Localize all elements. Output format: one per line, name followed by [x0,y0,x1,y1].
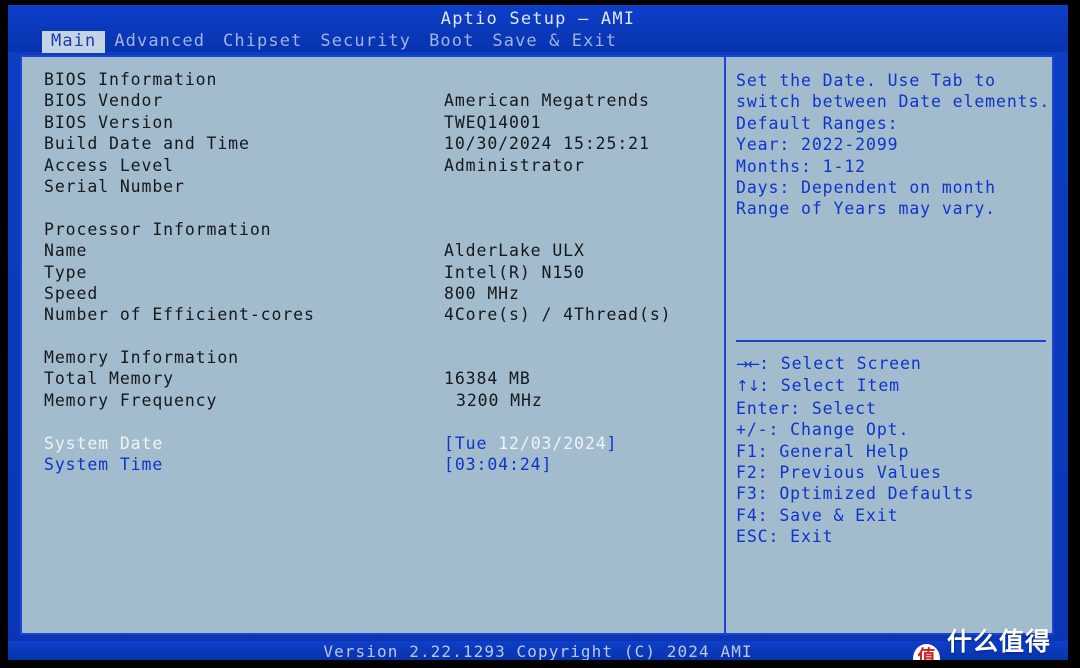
help-text-line: Days: Dependent on month [736,178,997,198]
help-pane: Set the Date. Use Tab to switch between … [728,57,1054,633]
row-label: Build Date and Time [44,134,250,154]
arrow-left-right-icon: →← [736,355,760,373]
table-row: Access Level Administrator [22,156,722,177]
tab-advanced[interactable]: Advanced [105,31,214,53]
key-legend-text: : Select Screen [759,354,922,373]
table-row: BIOS Version TWEQ14001 [22,113,722,134]
row-value: AlderLake ULX [444,241,585,261]
row-value: Administrator [444,155,585,175]
arrow-up-down-icon: ↑↓ [736,377,760,396]
table-row: Type Intel(R) N150 [22,263,722,284]
section-title: Memory Information [44,348,240,368]
tab-chipset[interactable]: Chipset [214,31,311,53]
footer-bar: Version 2.22.1293 Copyright (C) 2024 AMI [8,641,1068,660]
date-bracket-open: [ [444,433,455,453]
help-text-line: Set the Date. Use Tab to [736,71,997,90]
table-row: Build Date and Time 10/30/2024 15:25:21 [22,134,722,155]
date-weekday: Tue [454,433,499,453]
section-heading-processor: Processor Information [22,220,722,241]
key-legend-f3: F3: Optimized Defaults [736,484,975,504]
version-copyright: Version 2.22.1293 Copyright (C) 2024 AMI [323,642,753,660]
row-value[interactable]: [Tue 12/03/2024] [444,434,617,453]
help-text-line: Months: 1-12 [736,156,867,176]
help-text-line: Default Ranges: [736,113,899,133]
date-bracket-close: ] [606,433,618,453]
table-row: Memory Frequency 3200 MHz [22,391,722,412]
tab-save-exit[interactable]: Save & Exit [483,31,626,53]
section-title: BIOS Information [44,70,218,89]
tab-main[interactable]: Main [42,31,106,53]
row-label: BIOS Vendor [44,91,164,111]
page-title: Aptio Setup – AMI [440,9,636,29]
section-heading-memory: Memory Information [22,348,722,369]
row-value: 16384 MB [444,369,531,389]
row-value: Intel(R) N150 [444,262,585,282]
table-row: Name AlderLake ULX [22,241,722,262]
key-legend: →←: Select Screen ↑↓: Select Item Enter:… [736,353,1056,548]
key-legend-f4: F4: Save & Exit [736,505,899,525]
row-value: 4Core(s) / 4Thread(s) [444,305,672,325]
key-legend-esc: ESC: Exit [736,527,834,547]
table-row: Total Memory 16384 MB [22,369,722,390]
row-label: Number of Efficient-cores [44,305,315,325]
monitor-bezel: Aptio Setup – AMI Main Advanced Chipset … [0,0,1080,668]
row-label: System Time [44,455,164,475]
smzdm-logo-icon: 值 [913,643,940,660]
table-row: Serial Number [22,177,722,198]
help-text-line: switch between Date elements. [736,92,1051,112]
row-label: BIOS Version [44,112,175,132]
content-frame: BIOS Information BIOS Vendor American Me… [20,55,1054,635]
menu-tab-bar[interactable]: Main Advanced Chipset Security Boot Save… [42,31,626,53]
horizontal-divider [736,340,1046,342]
help-text-line: Year: 2022-2099 [736,135,899,155]
key-legend-change: +/-: Change Opt. [736,420,910,440]
row-value: American Megatrends [444,91,650,111]
row-label: Serial Number [44,176,185,196]
setting-system-time[interactable]: System Time [03:04:24] [22,455,722,476]
row-value[interactable]: [03:04:24] [444,455,552,474]
table-row: Number of Efficient-cores 4Core(s) / 4Th… [22,305,722,326]
key-legend-select-screen: →←: Select Screen [736,353,1056,375]
row-value: 10/30/2024 15:25:21 [444,134,650,154]
vertical-divider [724,57,726,633]
help-text-line: Range of Years may vary. [736,199,997,219]
row-label: System Date [44,433,164,453]
section-heading-bios: BIOS Information [22,70,722,91]
bios-setup-screen: Aptio Setup – AMI Main Advanced Chipset … [8,5,1068,660]
key-legend-f1: F1: General Help [736,441,910,461]
tab-boot[interactable]: Boot [420,31,483,53]
row-label: Access Level [44,155,175,175]
settings-pane: BIOS Information BIOS Vendor American Me… [22,57,722,633]
row-label: Speed [44,283,99,303]
row-value: TWEQ14001 [444,112,542,132]
row-value: 800 MHz [444,283,520,303]
key-legend-f2: F2: Previous Values [736,463,942,483]
row-label: Memory Frequency [44,390,218,410]
key-legend-select-item: ↑↓: Select Item [736,375,1056,397]
row-label: Total Memory [44,369,175,389]
section-title: Processor Information [44,219,272,239]
table-row: BIOS Vendor American Megatrends [22,91,722,112]
watermark-text: 什么值得买 [946,627,1051,656]
setting-system-date[interactable]: System Date [Tue 12/03/2024] [22,434,722,455]
key-legend-enter: Enter: Select [736,398,877,418]
watermark: 值 什么值得买 [913,622,1068,660]
key-legend-text: : Select Item [759,376,900,396]
row-value: 3200 MHz [456,390,543,410]
date-value[interactable]: 12/03/2024 [498,434,606,453]
row-label: Type [44,262,88,282]
row-label: Name [44,241,88,261]
tab-security[interactable]: Security [311,31,420,53]
table-row: Speed 800 MHz [22,284,722,305]
